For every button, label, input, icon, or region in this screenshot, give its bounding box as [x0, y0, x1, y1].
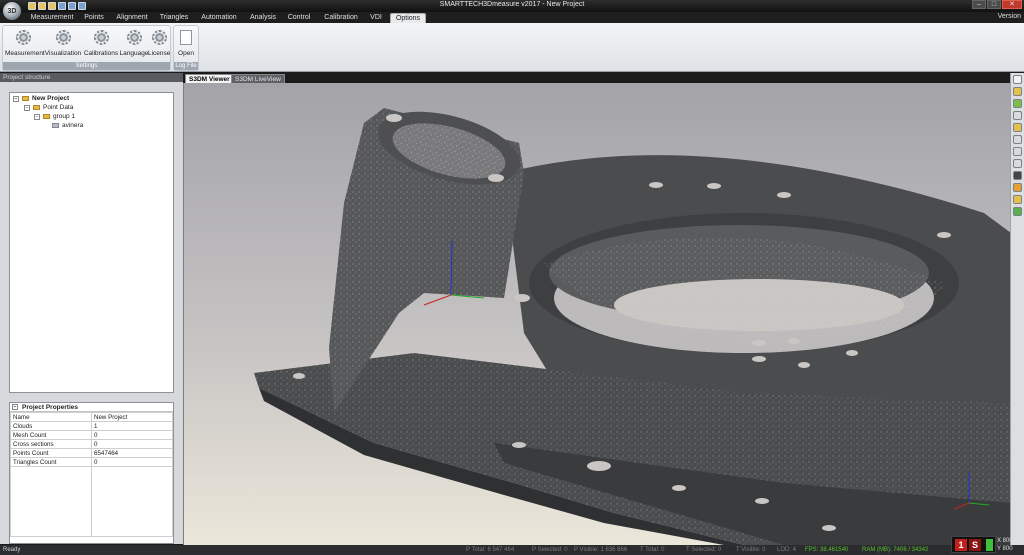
tab-control[interactable]: Control [286, 13, 312, 23]
gear-icon [93, 30, 109, 45]
window-title: SMARTTECH3Dmeasure v2017 - New Project [439, 1, 585, 8]
scanned-part-model [254, 108, 1010, 545]
tree-node-point-data[interactable]: − Point Data [24, 104, 73, 111]
group-icon [43, 114, 50, 119]
status-triangles-visible: T Visible: 0 [736, 547, 766, 553]
mesh-icon[interactable] [1013, 207, 1022, 216]
tab-vdi[interactable]: VDI [368, 13, 384, 23]
project-icon [22, 96, 29, 101]
window-controls: – □ ✕ [972, 0, 1022, 9]
log-file-group: Open Log File [173, 25, 199, 71]
project-properties-panel: − Project Properties Name New Project Clou… [9, 402, 174, 544]
properties-table: Name New Project Clouds 1 Mesh Count 0 Cros… [10, 412, 173, 537]
ribbon-tab-bar: Measurement Points Alignment Triangles A… [0, 12, 1024, 23]
palette-icon[interactable] [1013, 195, 1022, 204]
status-triangles-selected: T Selected: 0 [686, 547, 722, 553]
tab-s3dm-viewer[interactable]: S3DM Viewer [185, 74, 234, 83]
table-row: Clouds 1 [10, 421, 173, 431]
table-row: Name New Project [10, 412, 173, 422]
maximize-icon[interactable]: □ [987, 0, 1001, 9]
minimize-icon[interactable]: – [972, 0, 986, 9]
status-ready: Ready [3, 547, 21, 553]
record-icon[interactable]: S [969, 539, 981, 551]
point-cloud-icon [52, 123, 59, 128]
collapse-icon[interactable]: − [34, 113, 40, 120]
zoom-icon[interactable] [1013, 123, 1022, 132]
gear-icon [15, 30, 31, 45]
left-panel: − New Project − Point Data − group 1 aviner… [0, 82, 183, 544]
move-icon[interactable] [1013, 99, 1022, 108]
project-structure-header: Project structure [0, 73, 183, 82]
tab-triangles[interactable]: Triangles [158, 13, 190, 23]
status-bar: Ready P Total: 6 547 464 P Selected: 0 P… [0, 545, 1024, 555]
calibrations-settings-button[interactable]: Calibrations [83, 30, 119, 57]
collapse-icon[interactable]: − [24, 104, 30, 111]
front-view-icon[interactable] [1013, 159, 1022, 168]
pen-icon[interactable] [1013, 171, 1022, 180]
visualization-settings-button[interactable]: Visualization [44, 30, 82, 57]
table-row: Points Count 6547464 [10, 448, 173, 458]
version-label[interactable]: Version [998, 13, 1021, 20]
status-lod: LOD: 4 [777, 547, 797, 553]
document-icon [180, 30, 192, 45]
gear-icon [126, 30, 142, 45]
collapse-icon[interactable]: − [12, 404, 18, 410]
select-icon[interactable] [1013, 87, 1022, 96]
view-toolbar [1010, 73, 1024, 545]
app-menu-button[interactable]: 3D [2, 1, 22, 21]
status-fps: FPS: 38.461540 [805, 547, 849, 553]
tab-s3dm-liveview[interactable]: S3DM LiveView [231, 74, 285, 83]
collapse-icon[interactable]: − [13, 95, 19, 102]
status-points-selected: P Selected: 0 [532, 547, 568, 553]
light-icon[interactable] [1013, 183, 1022, 192]
gear-icon [55, 30, 71, 45]
ribbon: Measurement Visualization Calibrations L… [0, 23, 1024, 72]
close-icon[interactable]: ✕ [1002, 0, 1022, 9]
tab-analysis[interactable]: Analysis [248, 13, 278, 23]
record-counter: 1 [955, 539, 967, 551]
table-row: Mesh Count 0 [10, 430, 173, 440]
fit-view-icon[interactable] [1013, 147, 1022, 156]
tab-automation[interactable]: Automation [199, 13, 239, 23]
rotate-icon[interactable] [1013, 111, 1022, 120]
table-row: Cross sections 0 [10, 439, 173, 449]
project-properties-title: − Project Properties [10, 403, 173, 412]
recording-indicator: 1 S [951, 536, 996, 553]
project-tree: − New Project − Point Data − group 1 aviner… [9, 92, 174, 393]
battery-icon [986, 539, 993, 551]
status-points-visible: P Visible: 1 636 866 [574, 547, 628, 553]
tree-node-group[interactable]: − group 1 [34, 113, 75, 120]
tab-measurement[interactable]: Measurement [30, 13, 74, 23]
settings-group-label: Settings [3, 62, 170, 70]
status-ram: RAM (MB): 7406 / 34342 [862, 547, 929, 553]
status-triangles-total: T Total: 0 [640, 547, 665, 553]
cursor-icon[interactable] [1013, 75, 1022, 84]
tab-alignment[interactable]: Alignment [114, 13, 150, 23]
resolution-readout: X 800 Y 800 [997, 538, 1013, 552]
open-log-button[interactable]: Open [175, 30, 197, 57]
tab-options[interactable]: Options [390, 13, 426, 23]
title-bar: SMARTTECH3Dmeasure v2017 - New Project –… [0, 0, 1024, 12]
folder-icon [33, 105, 40, 110]
license-settings-button[interactable]: License [148, 30, 170, 57]
tab-calibration[interactable]: Calibration [321, 13, 361, 23]
settings-group: Measurement Visualization Calibrations L… [2, 25, 171, 71]
pan-icon[interactable] [1013, 135, 1022, 144]
tree-node-project[interactable]: − New Project [13, 95, 69, 102]
measurement-settings-button[interactable]: Measurement [5, 30, 45, 57]
3d-viewport[interactable] [183, 83, 1010, 545]
gear-icon [151, 30, 167, 45]
language-settings-button[interactable]: Language [119, 30, 149, 57]
status-points-total: P Total: 6 547 464 [466, 547, 515, 553]
log-file-group-label: Log File [174, 62, 198, 70]
table-row: Triangles Count 0 [10, 457, 173, 467]
tab-points[interactable]: Points [82, 13, 106, 23]
tree-node-cloud[interactable]: avinera [52, 122, 83, 129]
table-row-empty [10, 466, 173, 537]
